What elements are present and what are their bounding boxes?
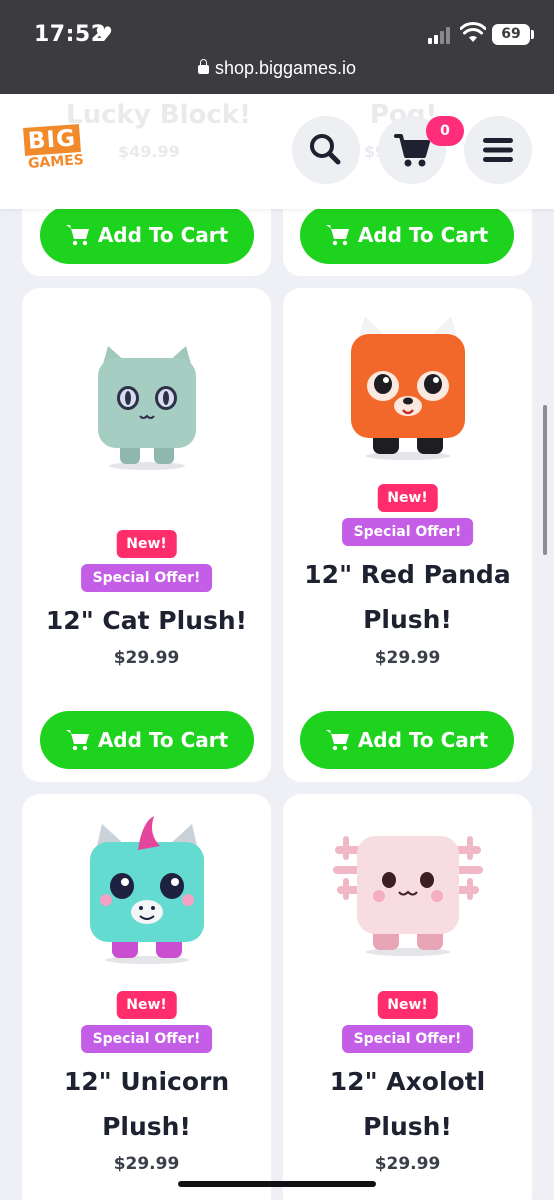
url-text: shop.biggames.io [214, 58, 357, 78]
product-price: $29.99 [113, 1154, 180, 1174]
new-badge: New! [377, 484, 438, 512]
ghost-product-title: Lucky Block! [66, 100, 251, 130]
add-to-cart-button[interactable]: Add To Cart [40, 711, 254, 769]
logo-games-text: GAMES [27, 152, 85, 172]
menu-button[interactable] [464, 116, 532, 184]
add-to-cart-button[interactable]: Add To Cart [40, 206, 254, 264]
product-price: $29.99 [374, 1154, 441, 1174]
search-icon [310, 134, 341, 165]
search-button[interactable] [292, 116, 360, 184]
lock-icon [197, 59, 209, 74]
cart-count-badge: 0 [426, 116, 464, 146]
special-offer-badge: Special Offer! [341, 518, 474, 546]
product-title-line-2[interactable]: Plush! [283, 597, 532, 642]
status-bar: 17:52 ♥ 69 shop.biggames.io [0, 0, 554, 94]
battery-icon: 69 [492, 24, 530, 45]
product-title[interactable]: 12" Red Panda [283, 552, 532, 597]
product-price: $29.99 [374, 648, 441, 668]
red-panda-plush-image [350, 316, 465, 460]
special-offer-badge: Special Offer! [341, 1025, 474, 1053]
add-to-cart-label: Add To Cart [97, 223, 229, 247]
cell-signal-icon [428, 26, 454, 44]
new-badge: New! [116, 530, 177, 558]
logo-big-text: BIG [23, 124, 81, 156]
heart-icon: ♥ [95, 22, 113, 46]
cat-plush-image [97, 346, 196, 470]
add-to-cart-label: Add To Cart [357, 728, 489, 752]
add-to-cart-button[interactable]: Add To Cart [300, 206, 514, 264]
product-title[interactable]: 12" Cat Plush! [22, 598, 271, 643]
wifi-icon [460, 22, 486, 42]
cart-icon [325, 225, 349, 246]
big-games-logo[interactable]: BIG GAMES [22, 124, 86, 176]
product-price: $29.99 [113, 648, 180, 668]
page-scrollbar[interactable] [543, 405, 547, 555]
new-badge: New! [377, 991, 438, 1019]
add-to-cart-button[interactable]: Add To Cart [300, 711, 514, 769]
special-offer-badge: Special Offer! [80, 1025, 213, 1053]
unicorn-plush-image [89, 816, 204, 964]
site-header: Lucky Block! Pog! $49.99 $9 BIG GAMES 0 [0, 94, 554, 209]
product-card-unicorn[interactable]: New! Special Offer! 12" Unicorn Plush! $… [22, 794, 271, 1200]
hamburger-menu-icon [483, 138, 513, 162]
cart-icon [65, 730, 89, 751]
product-card-cat[interactable]: New! Special Offer! 12" Cat Plush! $29.9… [22, 288, 271, 782]
special-offer-badge: Special Offer! [80, 564, 213, 592]
product-card-red-panda[interactable]: New! Special Offer! 12" Red Panda Plush!… [283, 288, 532, 782]
url-bar[interactable]: shop.biggames.io [0, 58, 554, 86]
product-title[interactable]: 12" Axolotl [283, 1059, 532, 1104]
product-title[interactable]: 12" Unicorn [22, 1059, 271, 1104]
cart-icon [65, 225, 89, 246]
battery-tip [531, 30, 534, 39]
axolotl-plush-image [332, 836, 483, 956]
product-title-line-2[interactable]: Plush! [22, 1104, 271, 1149]
cart-icon [325, 730, 349, 751]
ghost-product-price: $49.99 [118, 142, 180, 161]
add-to-cart-label: Add To Cart [97, 728, 229, 752]
new-badge: New! [116, 991, 177, 1019]
add-to-cart-label: Add To Cart [357, 223, 489, 247]
product-title-line-2[interactable]: Plush! [283, 1104, 532, 1149]
home-indicator[interactable] [178, 1181, 376, 1187]
product-card-axolotl[interactable]: New! Special Offer! 12" Axolotl Plush! $… [283, 794, 532, 1200]
